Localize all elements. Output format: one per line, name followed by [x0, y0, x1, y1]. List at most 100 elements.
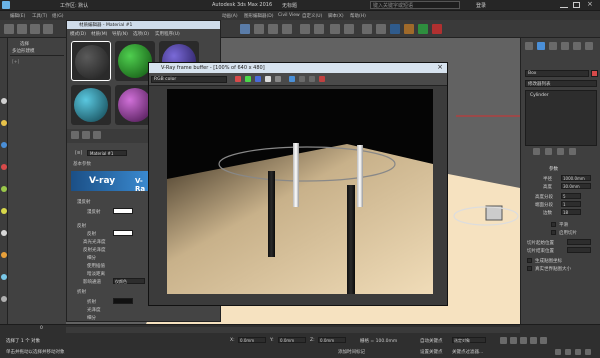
utilities-tab-icon[interactable]	[585, 42, 593, 50]
menu-maxscript[interactable]: 脚本(X)	[328, 13, 344, 19]
unlink-icon[interactable]	[43, 24, 53, 34]
menu-group[interactable]: 组(G)	[52, 13, 64, 19]
vfb-blue-channel-icon[interactable]	[255, 76, 261, 82]
vfb-render-icon[interactable]	[319, 76, 325, 82]
layer-icon[interactable]	[362, 24, 372, 34]
assign-material-icon[interactable]	[82, 131, 90, 139]
coord-y-field[interactable]: 0.0mm	[278, 337, 306, 343]
search-input[interactable]: 键入关键字或短语	[370, 1, 460, 9]
display-icon[interactable]	[1, 274, 7, 280]
menu-civil-view[interactable]: Civil View	[278, 13, 300, 18]
make-unique-icon[interactable]	[557, 148, 564, 155]
curve-editor-icon[interactable]	[376, 24, 386, 34]
slice-to-field[interactable]	[567, 247, 591, 253]
affect-channels-select[interactable]: 仅颜色	[113, 278, 145, 284]
minimize-icon[interactable]	[560, 2, 568, 8]
slice-on-checkbox[interactable]	[551, 230, 556, 235]
play-icon[interactable]	[520, 337, 527, 344]
utilities-icon[interactable]	[1, 296, 7, 302]
object-name-field[interactable]: Box	[525, 70, 589, 77]
modifier-list-select[interactable]: 修改器列表	[525, 80, 597, 87]
scale-icon[interactable]	[282, 24, 292, 34]
scene-explorer-select[interactable]: 选择	[20, 41, 29, 47]
go-to-start-icon[interactable]	[500, 337, 507, 344]
menu-graph-editors[interactable]: 图形编辑器(D)	[244, 13, 273, 19]
link-icon[interactable]	[30, 24, 40, 34]
coord-z-field[interactable]: 0.0mm	[318, 337, 346, 343]
basic-params-rollout[interactable]: 基本参数	[73, 161, 91, 167]
refract-swatch[interactable]	[113, 298, 133, 304]
param-height-segs-field[interactable]: 5	[561, 193, 581, 199]
vfb-green-channel-icon[interactable]	[245, 76, 251, 82]
mat-menu-modes[interactable]: 模式(D)	[70, 31, 86, 37]
helper-icon[interactable]	[1, 164, 7, 170]
mat-menu-material[interactable]: 材质(M)	[91, 31, 107, 37]
redo-icon[interactable]	[17, 24, 27, 34]
zoom-icon[interactable]	[555, 349, 561, 355]
add-time-tag-button[interactable]: 添加时间标记	[338, 349, 365, 355]
vfb-save-icon[interactable]	[289, 76, 295, 82]
shape-icon[interactable]	[1, 98, 7, 104]
menu-edit[interactable]: 编辑(E)	[10, 13, 25, 19]
pan-icon[interactable]	[565, 349, 571, 355]
key-filters-button[interactable]: 关键点过滤器...	[452, 349, 483, 355]
remove-modifier-icon[interactable]	[569, 148, 576, 155]
motion-tab-icon[interactable]	[561, 42, 569, 50]
vfb-mono-icon[interactable]	[275, 76, 281, 82]
diffuse-swatch[interactable]	[113, 208, 133, 214]
modify-tab-icon[interactable]	[537, 42, 545, 50]
coord-x-field[interactable]: 0.0mm	[238, 337, 266, 343]
pin-stack-icon[interactable]	[533, 148, 540, 155]
menu-help[interactable]: 帮助(H)	[350, 13, 366, 19]
rotate-icon[interactable]	[268, 24, 278, 34]
params-rollout-title[interactable]: 参数	[549, 166, 558, 172]
material-slot-4[interactable]	[71, 85, 111, 125]
reflect-swatch[interactable]	[113, 230, 133, 236]
snap-icon[interactable]	[300, 24, 310, 34]
vfb-clear-icon[interactable]	[299, 76, 305, 82]
system-icon[interactable]	[1, 208, 7, 214]
menu-customize[interactable]: 自定义(U)	[302, 13, 322, 19]
next-frame-icon[interactable]	[530, 337, 537, 344]
vfb-duplicate-icon[interactable]	[309, 76, 315, 82]
vfb-red-channel-icon[interactable]	[235, 76, 241, 82]
mat-menu-utilities[interactable]: 实用程序(U)	[155, 31, 180, 37]
menu-tools[interactable]: 工具(T)	[32, 13, 47, 19]
undo-icon[interactable]	[4, 24, 14, 34]
show-end-result-icon[interactable]	[545, 148, 552, 155]
hierarchy-tab-icon[interactable]	[549, 42, 557, 50]
selection-set-select[interactable]: 选定对象	[452, 337, 486, 343]
timeline[interactable]	[66, 327, 520, 333]
hierarchy-icon[interactable]	[1, 230, 7, 236]
material-name-field[interactable]: Material #1	[87, 150, 127, 156]
real-world-checkbox[interactable]	[527, 266, 532, 271]
modifier-stack-item[interactable]: Cylinder	[530, 93, 549, 98]
param-sides-field[interactable]: 18	[561, 209, 581, 215]
login-button[interactable]: 登录	[476, 2, 486, 9]
maximize-viewport-icon[interactable]	[585, 349, 591, 355]
camera-icon[interactable]	[1, 142, 7, 148]
material-editor-icon[interactable]	[390, 24, 400, 34]
create-tab-icon[interactable]	[525, 42, 533, 50]
param-radius-field[interactable]: 1000.0mm	[561, 175, 591, 181]
orbit-icon[interactable]	[575, 349, 581, 355]
angle-snap-icon[interactable]	[314, 24, 324, 34]
vfb-channel-select[interactable]: RGB color	[151, 76, 227, 83]
render-frame-icon[interactable]	[432, 24, 442, 34]
material-slot-1[interactable]	[71, 41, 111, 81]
app-logo-icon[interactable]	[2, 1, 10, 9]
reset-material-icon[interactable]	[93, 131, 101, 139]
param-height-field[interactable]: 30.0mm	[561, 183, 591, 189]
go-to-end-icon[interactable]	[540, 337, 547, 344]
motion-icon[interactable]	[1, 252, 7, 258]
display-tab-icon[interactable]	[573, 42, 581, 50]
mirror-icon[interactable]	[330, 24, 340, 34]
render-icon[interactable]	[418, 24, 428, 34]
smooth-checkbox[interactable]	[551, 222, 556, 227]
align-icon[interactable]	[344, 24, 354, 34]
param-cap-segs-field[interactable]: 1	[561, 201, 581, 207]
mat-menu-navigation[interactable]: 导航(N)	[112, 31, 128, 37]
vfb-alpha-icon[interactable]	[265, 76, 271, 82]
prev-frame-icon[interactable]	[510, 337, 517, 344]
get-material-icon[interactable]	[71, 131, 79, 139]
